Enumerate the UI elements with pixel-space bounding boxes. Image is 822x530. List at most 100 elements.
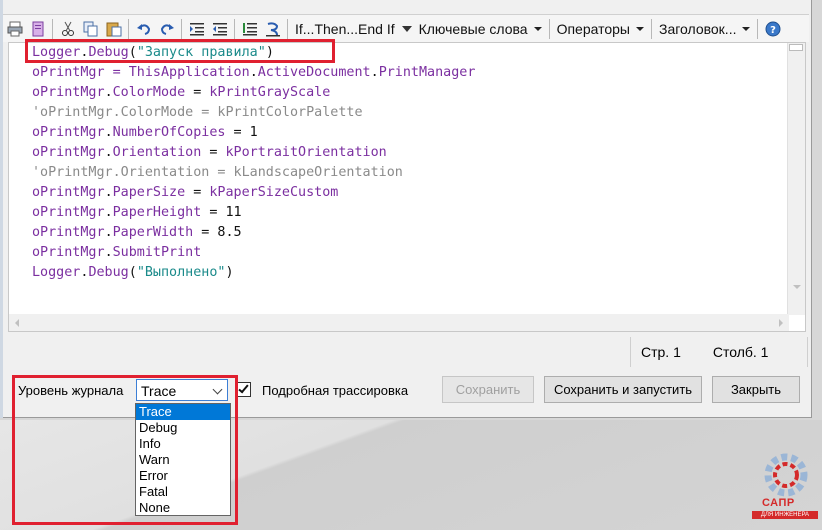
bottom-controls: Уровень журнала Trace Подробная трассиро… xyxy=(0,372,812,406)
log-level-option-warn[interactable]: Warn xyxy=(136,452,230,468)
print-icon[interactable] xyxy=(4,18,26,40)
code-line[interactable]: Logger.Debug("Запуск правила") xyxy=(32,43,475,63)
code-token: . xyxy=(104,245,113,260)
code-token: Debug xyxy=(88,265,129,280)
paste-icon[interactable] xyxy=(103,18,125,40)
code-token: . xyxy=(104,225,113,240)
keywords-menu[interactable]: Ключевые слова xyxy=(415,18,546,40)
code-token: . xyxy=(104,185,113,200)
code-token: NumberOfCopies xyxy=(112,125,226,140)
chevron-down-icon xyxy=(533,26,542,31)
print-preview-icon[interactable] xyxy=(27,18,49,40)
code-token: Logger xyxy=(32,265,81,280)
code-token: . xyxy=(249,65,258,80)
save-button[interactable]: Сохранить xyxy=(442,376,534,403)
save-and-run-button[interactable]: Сохранить и запустить xyxy=(544,376,702,403)
code-token: = xyxy=(185,185,210,200)
horizontal-scrollbar[interactable] xyxy=(9,314,789,331)
vertical-scrollbar[interactable] xyxy=(787,43,805,315)
log-level-option-trace[interactable]: Trace xyxy=(136,404,230,420)
header-menu[interactable]: Заголовок... xyxy=(655,18,755,40)
if-then-menu[interactable]: If...Then...End If xyxy=(291,18,399,40)
code-line[interactable]: oPrintMgr.PaperSize = kPaperSizeCustom xyxy=(32,183,475,203)
code-line[interactable]: oPrintMgr.ColorMode = kPrintGrayScale xyxy=(32,83,475,103)
code-token: Debug xyxy=(88,45,129,60)
code-line[interactable]: 'oPrintMgr.Orientation = kLandscapeOrien… xyxy=(32,163,475,183)
code-line[interactable]: oPrintMgr.SubmitPrint xyxy=(32,243,475,263)
code-line[interactable]: oPrintMgr.PaperWidth = 8.5 xyxy=(32,223,475,243)
log-level-option-debug[interactable]: Debug xyxy=(136,420,230,436)
log-level-select[interactable]: Trace xyxy=(136,379,228,401)
undo-icon[interactable] xyxy=(133,18,155,40)
log-level-option-info[interactable]: Info xyxy=(136,436,230,452)
code-token: oPrintMgr xyxy=(32,225,105,240)
code-token: Logger xyxy=(32,45,81,60)
comment-block-icon[interactable] xyxy=(239,18,261,40)
code-line[interactable]: Logger.Debug("Выполнено") xyxy=(32,263,475,283)
code-editor[interactable]: Logger.Debug("Запуск правила") oPrintMgr … xyxy=(8,42,806,332)
scroll-right-icon[interactable] xyxy=(779,319,783,327)
code-token: oPrintMgr = xyxy=(32,65,129,80)
copy-icon[interactable] xyxy=(80,18,102,40)
close-button[interactable]: Закрыть xyxy=(712,376,800,403)
if-then-dropdown-icon[interactable] xyxy=(399,18,415,40)
status-bar: Стр. 1 Столб. 1 xyxy=(630,337,808,367)
log-level-option-none[interactable]: None xyxy=(136,500,230,516)
code-token: . xyxy=(104,125,113,140)
code-token: ) xyxy=(225,265,234,280)
code-line[interactable]: oPrintMgr = ThisApplication.ActiveDocume… xyxy=(32,63,475,83)
code-token: PaperHeight xyxy=(112,205,202,220)
redo-icon[interactable] xyxy=(156,18,178,40)
indent-icon[interactable] xyxy=(186,18,208,40)
code-token: . xyxy=(104,145,113,160)
code-text[interactable]: Logger.Debug("Запуск правила") oPrintMgr … xyxy=(32,43,475,283)
log-level-label: Уровень журнала xyxy=(18,383,124,398)
checkmark-icon xyxy=(238,382,249,394)
code-token: = 11 xyxy=(201,205,242,220)
status-line-number: Стр. 1 xyxy=(641,344,681,360)
code-token: 'oPrintMgr.Orientation = kLandscapeOrien… xyxy=(32,165,403,180)
code-token: SubmitPrint xyxy=(112,245,202,260)
code-token: = xyxy=(201,145,226,160)
log-level-option-fatal[interactable]: Fatal xyxy=(136,484,230,500)
outdent-icon[interactable] xyxy=(209,18,231,40)
help-icon[interactable]: ? xyxy=(762,18,784,40)
code-token: kPortraitOrientation xyxy=(225,145,387,160)
operators-menu[interactable]: Операторы xyxy=(553,18,648,40)
sapr-logo: САПР ДЛЯ ИНЖЕНЕРА xyxy=(752,453,818,525)
code-token: . xyxy=(104,85,113,100)
log-level-option-error[interactable]: Error xyxy=(136,468,230,484)
log-level-dropdown-list[interactable]: Trace Debug Info Warn Error Fatal None xyxy=(135,403,231,516)
code-token: oPrintMgr xyxy=(32,185,105,200)
scrollbar-thumb[interactable] xyxy=(789,44,803,51)
code-line[interactable]: oPrintMgr.NumberOfCopies = 1 xyxy=(32,123,475,143)
gear-icon xyxy=(764,453,808,497)
verbose-trace-checkbox[interactable] xyxy=(236,382,251,397)
code-token: oPrintMgr xyxy=(32,125,105,140)
code-token: oPrintMgr xyxy=(32,245,105,260)
code-line[interactable]: 'oPrintMgr.ColorMode = kPrintColorPalett… xyxy=(32,103,475,123)
verbose-trace-label: Подробная трассировка xyxy=(262,383,409,398)
code-token: = 1 xyxy=(225,125,258,140)
chevron-down-icon xyxy=(742,26,751,31)
code-token: Orientation xyxy=(112,145,202,160)
code-token: ( xyxy=(128,265,137,280)
code-line[interactable]: oPrintMgr.PaperHeight = 11 xyxy=(32,203,475,223)
logo-subtext: ДЛЯ ИНЖЕНЕРА xyxy=(752,511,818,519)
scroll-down-icon[interactable] xyxy=(793,285,801,289)
code-line[interactable]: oPrintMgr.Orientation = kPortraitOrienta… xyxy=(32,143,475,163)
code-token: ThisApplication xyxy=(128,65,250,80)
code-token: = 8.5 xyxy=(193,225,242,240)
chevron-down-icon xyxy=(635,26,644,31)
code-token: . xyxy=(104,205,113,220)
code-token: ) xyxy=(265,45,274,60)
cut-icon[interactable] xyxy=(57,18,79,40)
code-token: kPaperSizeCustom xyxy=(209,185,339,200)
scroll-left-icon[interactable] xyxy=(15,319,19,327)
status-column-number: Столб. 1 xyxy=(712,344,769,360)
code-token: kPrintGrayScale xyxy=(209,85,331,100)
code-token: PaperSize xyxy=(112,185,186,200)
code-token: 'oPrintMgr.ColorMode = kPrintColorPalett… xyxy=(32,105,363,120)
uncomment-block-icon[interactable] xyxy=(262,18,284,40)
code-token: PaperWidth xyxy=(112,225,194,240)
